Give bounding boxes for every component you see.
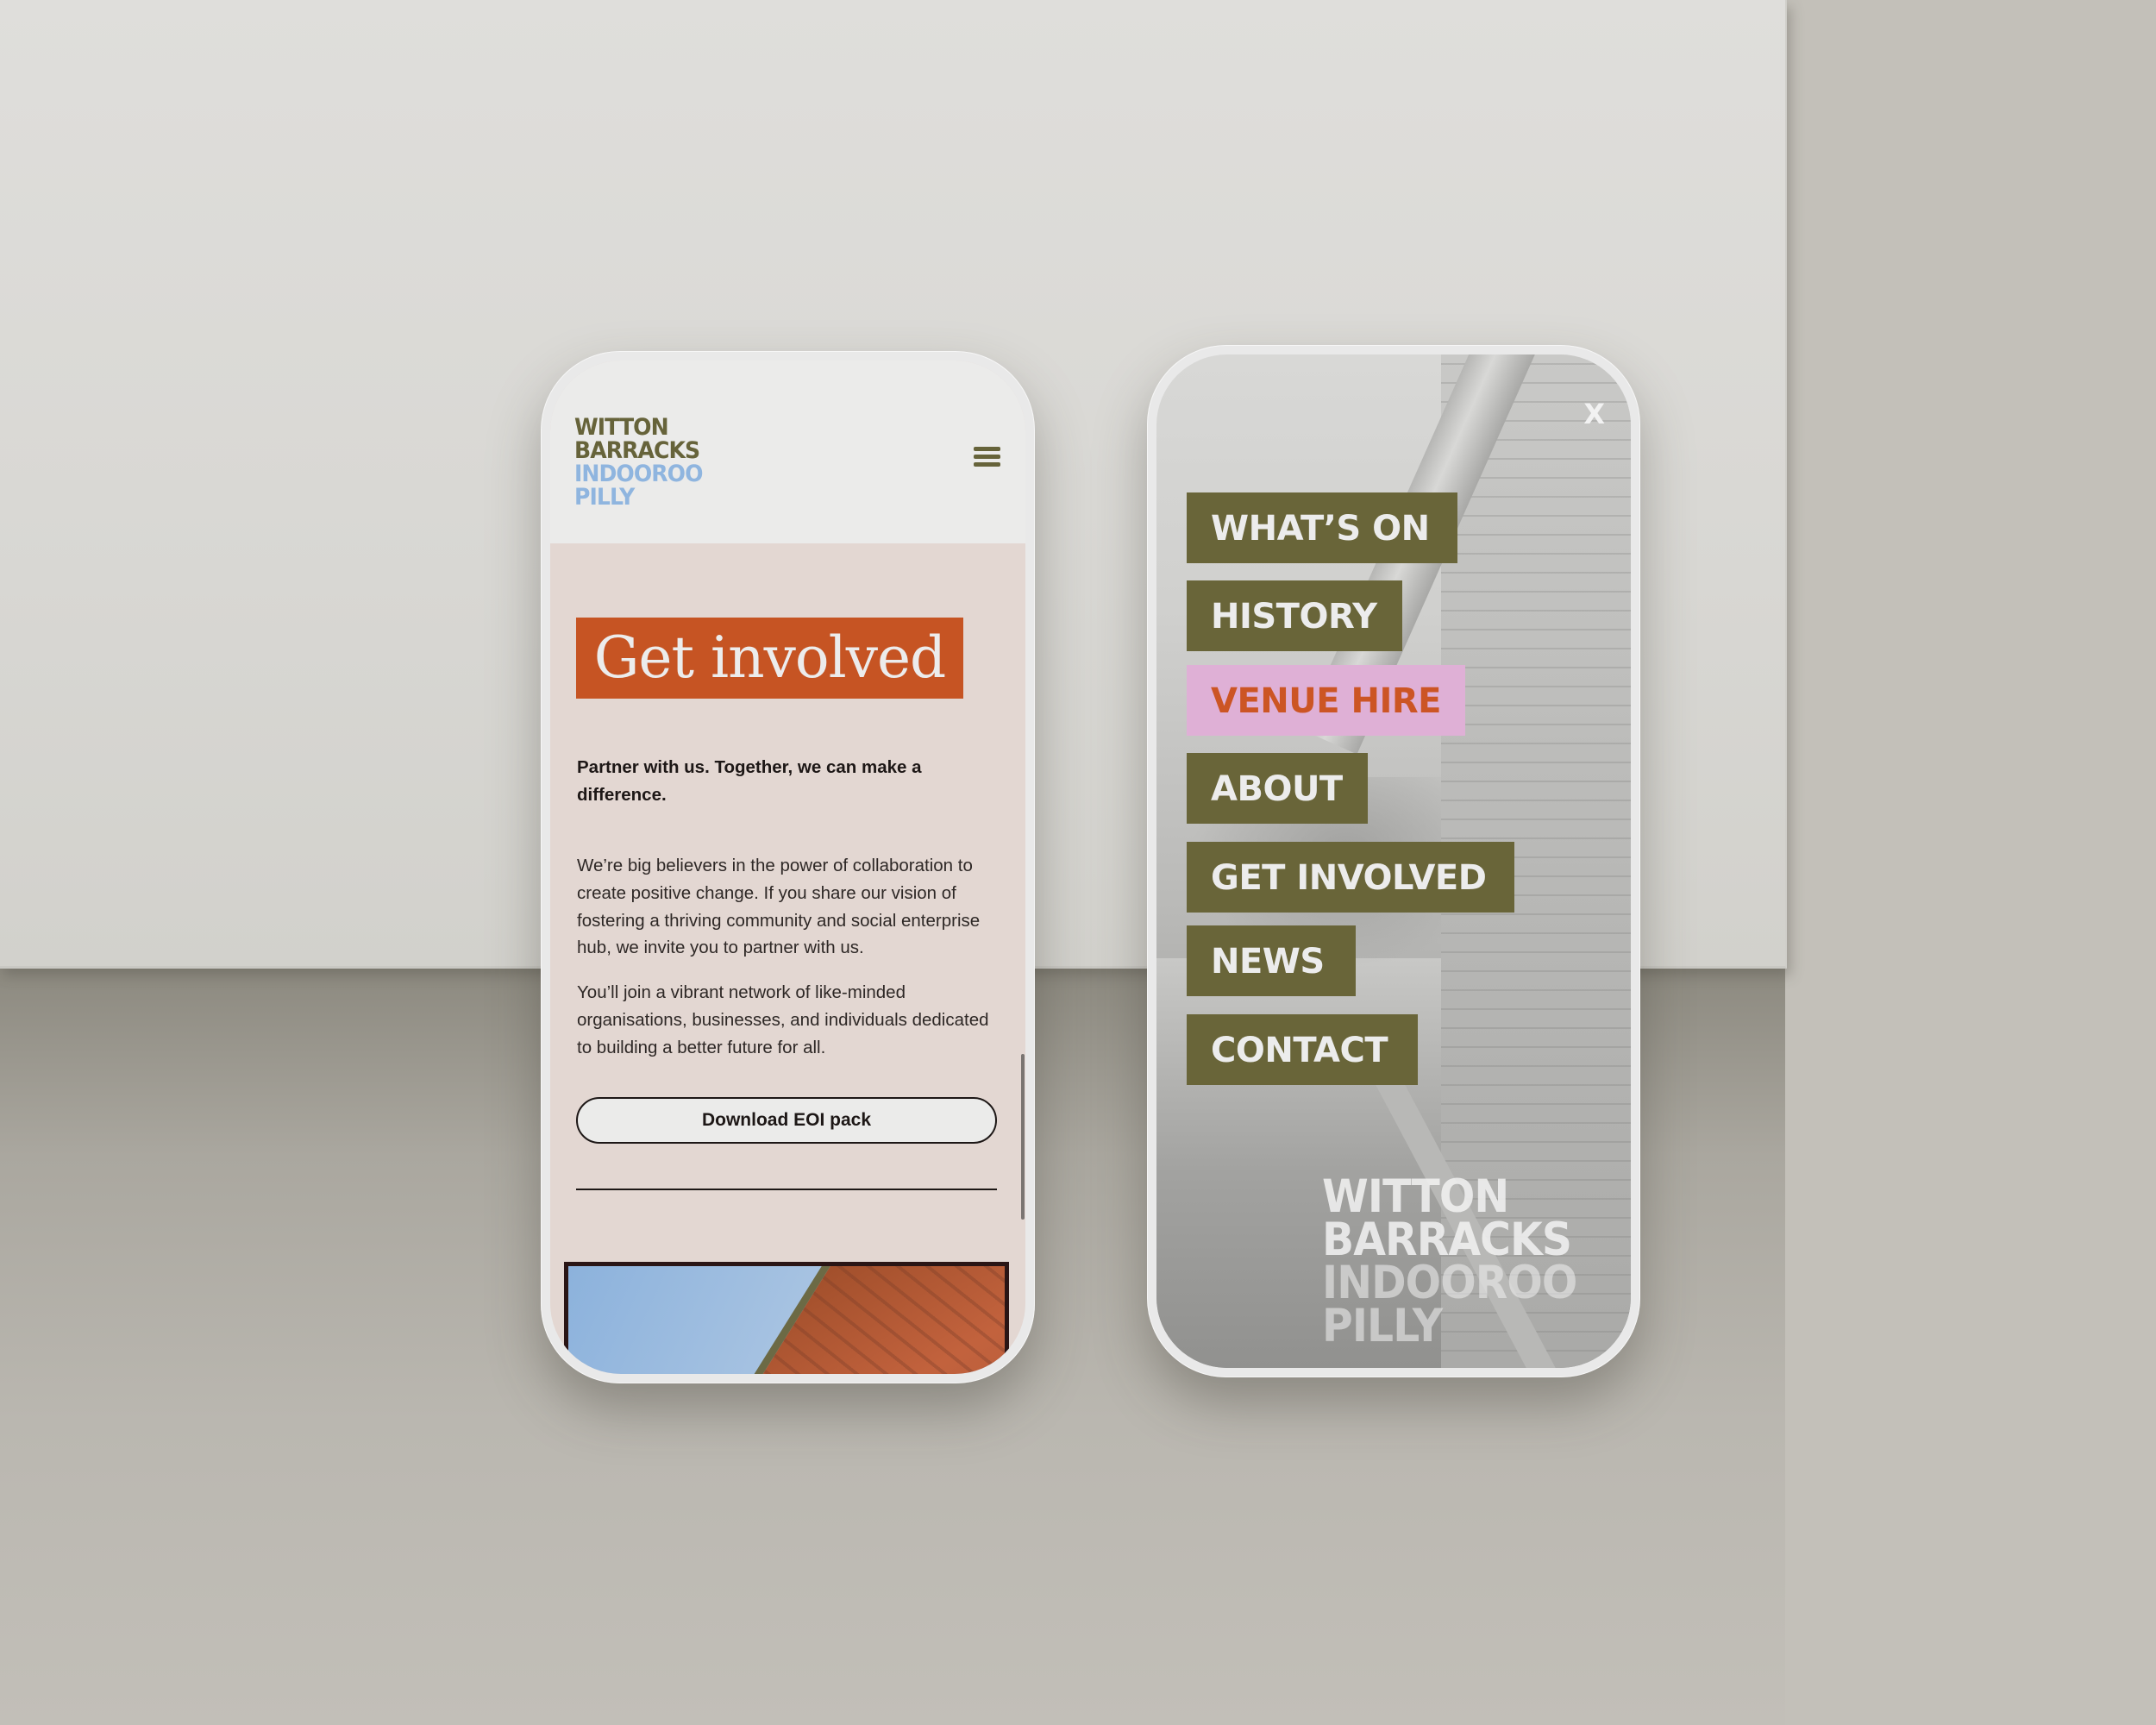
page-title: Get involved xyxy=(576,618,963,699)
nav-item-venue-hire[interactable]: VENUE HIRE xyxy=(1187,665,1465,736)
hamburger-bar xyxy=(974,455,1000,459)
hamburger-bar xyxy=(974,447,1000,451)
lead-text: Partner with us. Together, we can make a… xyxy=(577,757,922,805)
nav-item-get-involved[interactable]: GET INVOLVED xyxy=(1187,842,1514,913)
floor-background-right xyxy=(1785,0,2156,1725)
nav-item-history[interactable]: HISTORY xyxy=(1187,580,1402,651)
logo-line: BARRACKS xyxy=(1322,1214,1572,1266)
menu-logo[interactable]: WITTON BARRACKS INDOOROO PILLY xyxy=(1322,1170,1599,1352)
logo-line: INDOOROO xyxy=(1322,1257,1577,1309)
logo-line: WITTON xyxy=(574,414,669,441)
building-photo xyxy=(564,1262,1009,1374)
brick-wall-image xyxy=(686,1266,1005,1374)
logo-line: INDOOROO xyxy=(574,461,703,487)
site-header: WITTON BARRACKS INDOOROO PILLY xyxy=(550,361,1025,543)
logo-line: PILLY xyxy=(574,484,635,511)
nav-item-whats-on[interactable]: WHAT’S ON xyxy=(1187,492,1457,563)
nav-item-news[interactable]: NEWS xyxy=(1187,925,1356,996)
body-paragraph: We’re big believers in the power of coll… xyxy=(577,856,981,958)
logo-line: WITTON xyxy=(1322,1170,1509,1223)
hamburger-bar xyxy=(974,462,1000,467)
logo-line: PILLY xyxy=(1322,1300,1443,1352)
close-icon[interactable]: X xyxy=(1583,398,1605,430)
section-divider xyxy=(576,1189,997,1190)
body-paragraph: You’ll join a vibrant network of like-mi… xyxy=(577,982,989,1057)
scrollbar[interactable] xyxy=(1021,1054,1025,1220)
logo-line: BARRACKS xyxy=(574,437,700,464)
phone-mockup-left: WITTON BARRACKS INDOOROO PILLY Get invol… xyxy=(541,351,1035,1383)
nav-menu-screen: X WHAT’S ON HISTORY VENUE HIRE ABOUT GET… xyxy=(1156,354,1631,1368)
phone-mockup-right: X WHAT’S ON HISTORY VENUE HIRE ABOUT GET… xyxy=(1147,345,1640,1377)
site-logo[interactable]: WITTON BARRACKS INDOOROO PILLY xyxy=(574,416,712,509)
nav-item-about[interactable]: ABOUT xyxy=(1187,753,1368,824)
nav-item-contact[interactable]: CONTACT xyxy=(1187,1014,1418,1085)
download-eoi-button[interactable]: Download EOI pack xyxy=(576,1097,997,1144)
hamburger-icon[interactable] xyxy=(974,445,1000,468)
get-involved-screen: WITTON BARRACKS INDOOROO PILLY Get invol… xyxy=(550,361,1025,1374)
